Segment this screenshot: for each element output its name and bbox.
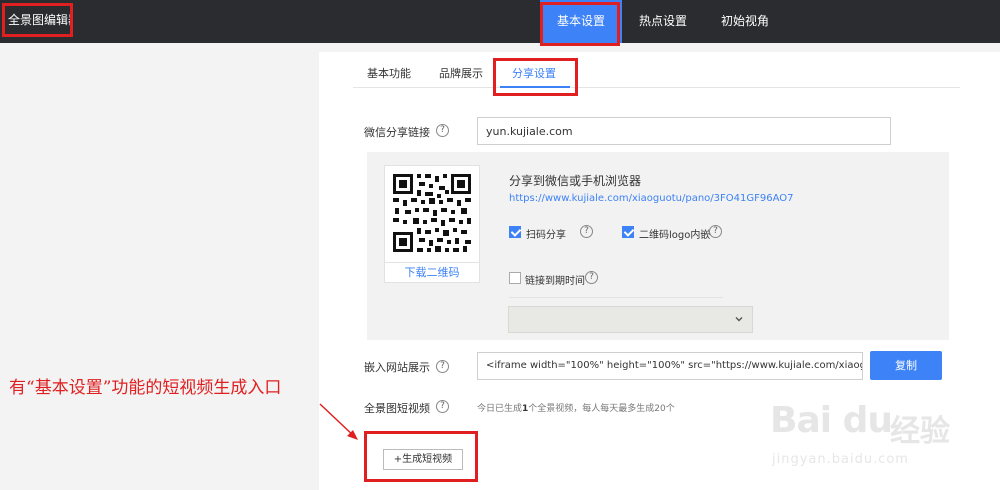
annotation-arrow-icon	[319, 403, 358, 440]
share-heading: 分享到微信或手机浏览器	[509, 174, 642, 188]
subtab-brand-display[interactable]: 品牌展示	[439, 65, 483, 81]
annotation-text: 有“基本设置”功能的短视频生成入口	[9, 378, 282, 398]
help-icon[interactable]: ?	[436, 124, 449, 137]
embed-label: 嵌入网站展示	[364, 361, 430, 374]
help-icon[interactable]: ?	[436, 360, 449, 373]
qr-logo-embed-label: 二维码logo内嵌	[639, 230, 711, 241]
subtab-basic-features[interactable]: 基本功能	[367, 65, 411, 81]
qr-code-image	[391, 172, 473, 254]
qr-logo-embed-checkbox[interactable]	[622, 226, 634, 238]
app-title: 全景图编辑器	[2, 3, 73, 37]
expiry-time-select[interactable]	[508, 306, 753, 333]
tab-initial-view[interactable]: 初始视角	[704, 0, 786, 43]
scan-share-label: 扫码分享	[526, 230, 566, 241]
baidu-logo: Bai du	[770, 400, 893, 441]
wechat-share-label: 微信分享链接	[364, 126, 430, 139]
divider	[509, 297, 723, 298]
active-tab-underline	[500, 86, 570, 88]
tab-hotspot-settings[interactable]: 热点设置	[622, 0, 704, 43]
chevron-down-icon	[735, 317, 743, 322]
short-video-label: 全景图短视频	[364, 402, 430, 415]
sub-tabs: 基本功能 品牌展示 分享设置	[353, 56, 960, 88]
top-bar: 全景图编辑器	[0, 0, 1000, 43]
watermark-url: jingyan.baidu.com	[772, 452, 909, 467]
watermark: Bai du 经验 jingyan.baidu.com	[770, 400, 995, 480]
watermark-text: 经验	[890, 414, 950, 449]
top-tabs: 基本设置 热点设置 初始视角	[540, 0, 786, 43]
share-url-link[interactable]: https://www.kujiale.com/xiaoguotu/pano/3…	[509, 193, 794, 204]
tab-basic-settings[interactable]: 基本设置	[540, 0, 623, 43]
embed-code-input[interactable]: <iframe width="100%" height="100%" src="…	[477, 352, 863, 380]
help-icon[interactable]: ?	[436, 400, 449, 413]
generate-short-video-button[interactable]: +生成短视频	[383, 449, 463, 470]
help-icon[interactable]: ?	[585, 271, 598, 284]
help-icon[interactable]: ?	[709, 225, 722, 238]
scan-share-checkbox[interactable]	[509, 226, 521, 238]
subtab-share-settings[interactable]: 分享设置	[512, 65, 556, 81]
video-quota-note: 今日已生成1个全景视频，每人每天最多生成20个	[477, 404, 675, 414]
qr-code-card: 下载二维码	[384, 165, 480, 283]
link-expiry-label: 链接到期时间	[525, 276, 585, 287]
download-qr-code-link[interactable]: 下载二维码	[385, 262, 479, 282]
help-icon[interactable]: ?	[580, 225, 593, 238]
link-expiry-checkbox[interactable]	[509, 272, 521, 284]
wechat-share-link-input[interactable]	[477, 117, 891, 145]
copy-button[interactable]: 复制	[870, 351, 942, 380]
